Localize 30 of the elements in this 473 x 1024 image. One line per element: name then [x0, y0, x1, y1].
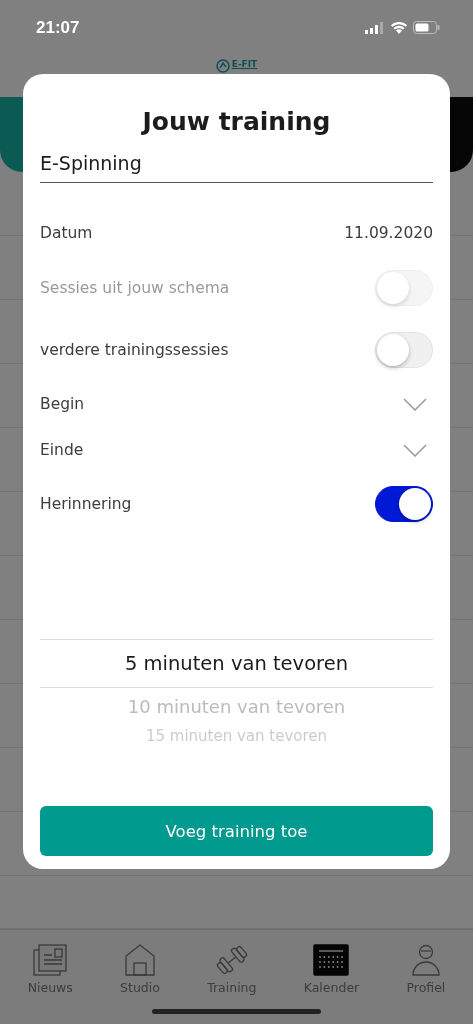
- toggle-switch[interactable]: [375, 486, 433, 522]
- row-label: Herinnering: [40, 495, 132, 513]
- calendar-icon: [313, 944, 350, 976]
- house-icon: [123, 944, 156, 976]
- date-value: 11.09.2020: [344, 224, 433, 242]
- logo-icon: [215, 59, 230, 73]
- status-time: 21:07: [36, 17, 80, 38]
- logo-text: E-FIT: [231, 59, 258, 69]
- row-label: Datum: [40, 224, 93, 242]
- newspaper-icon: [33, 944, 68, 976]
- signal-icon: [365, 21, 385, 34]
- picker-option[interactable]: 5 minuten van tevoren: [40, 639, 433, 688]
- row-label: Einde: [40, 441, 84, 459]
- tab[interactable]: Profiel: [404, 940, 448, 1002]
- tab[interactable]: Nieuws: [25, 940, 75, 1002]
- row-label: verdere trainingssessies: [40, 341, 229, 359]
- row-label: Begin: [40, 395, 85, 413]
- dialog-title: Jouw training: [140, 106, 332, 138]
- wifi-icon: [391, 21, 407, 34]
- dumbbell-icon: [214, 944, 249, 976]
- row-label: Sessies uit jouw schema: [40, 279, 230, 297]
- battery-icon: [413, 21, 440, 34]
- tab[interactable]: Kalender: [301, 940, 362, 1002]
- tab[interactable]: Studio: [118, 940, 162, 1002]
- chevron-down-icon[interactable]: [403, 397, 427, 411]
- picker-option[interactable]: 10 minuten van tevoren: [40, 696, 433, 717]
- tab[interactable]: Training: [205, 940, 259, 1002]
- person-icon: [411, 944, 440, 976]
- add-training-button[interactable]: Voeg training toe: [40, 806, 433, 856]
- chevron-down-icon[interactable]: [403, 443, 427, 457]
